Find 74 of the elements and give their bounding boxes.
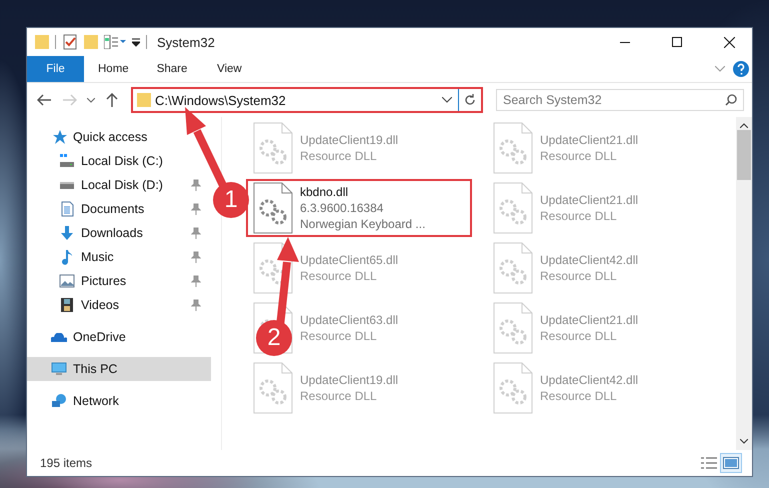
settings-file-icon: [252, 122, 294, 174]
checklist-icon[interactable]: [62, 34, 78, 50]
star-icon: [51, 129, 67, 145]
ribbon-tab[interactable]: View: [201, 56, 258, 82]
address-field[interactable]: C:\Windows\System32: [131, 87, 483, 113]
file-detail: Resource DLL: [300, 148, 378, 164]
scroll-up-icon[interactable]: [740, 123, 748, 128]
picture-icon: [59, 273, 75, 289]
pin-icon[interactable]: [191, 179, 201, 191]
navigation-item[interactable]: Downloads: [27, 221, 211, 245]
navigation-item[interactable]: Videos: [27, 293, 211, 317]
item-count: 195 items: [40, 456, 92, 470]
cloud-icon: [51, 332, 67, 342]
navigation-item[interactable]: This PC: [27, 357, 211, 381]
file-detail: Resource DLL: [540, 268, 618, 284]
navigation-item[interactable]: Quick access: [27, 125, 211, 149]
pin-icon[interactable]: [191, 227, 201, 239]
scrollbar[interactable]: [736, 117, 752, 450]
dropdown-icon[interactable]: [132, 37, 140, 47]
pin-icon[interactable]: [191, 203, 201, 215]
navigation-item[interactable]: Music: [27, 245, 211, 269]
download-icon: [59, 225, 75, 241]
scroll-down-icon[interactable]: [740, 439, 748, 444]
navigation-item[interactable]: Network: [27, 389, 211, 413]
settings-file-icon: [492, 242, 534, 294]
file-detail: Resource DLL: [300, 328, 378, 344]
settings-file-icon: [492, 302, 534, 354]
back-arrow-icon[interactable]: [37, 94, 51, 106]
file-detail: Resource DLL: [300, 268, 378, 284]
file-detail: Resource DLL: [540, 208, 618, 224]
drive-icon: [59, 153, 75, 169]
settings-file-icon: [252, 182, 294, 234]
film-icon: [59, 297, 75, 313]
pin-icon[interactable]: [191, 275, 201, 287]
maximize-icon[interactable]: [672, 37, 682, 47]
drive-icon: [59, 182, 75, 188]
file-detail: Resource DLL: [300, 388, 378, 404]
network-icon: [51, 393, 67, 409]
properties-icon[interactable]: [104, 35, 126, 49]
pin-icon[interactable]: [191, 299, 201, 311]
document-icon: [59, 201, 75, 217]
navigation-item[interactable]: Documents: [27, 197, 211, 221]
music-note-icon: [59, 249, 75, 265]
chevron-down-icon[interactable]: [442, 97, 452, 103]
navigation-item[interactable]: Local Disk (D:): [27, 173, 211, 197]
file-name[interactable]: kbdno.dll: [300, 184, 426, 200]
pin-icon[interactable]: [191, 251, 201, 263]
refresh-icon[interactable]: [464, 94, 476, 106]
settings-file-icon: [492, 362, 534, 414]
file-detail: Resource DLL: [540, 148, 618, 164]
close-icon[interactable]: [724, 36, 734, 48]
folder-icon: [137, 92, 151, 108]
ribbon-tab[interactable]: Share: [142, 56, 202, 82]
ribbon-tab[interactable]: Home: [84, 56, 143, 82]
scrollbar-thumb[interactable]: [737, 130, 751, 180]
navigation-item[interactable]: Pictures: [27, 269, 211, 293]
chevron-down-icon[interactable]: [87, 98, 95, 102]
window-title: System32: [157, 34, 215, 50]
large-icons-view-button[interactable]: [720, 453, 742, 473]
navigation-item[interactable]: OneDrive: [27, 325, 211, 349]
file-detail: Resource DLL: [540, 328, 618, 344]
search-icon[interactable]: [725, 94, 737, 106]
file-detail: Norwegian Keyboard ...: [300, 216, 426, 232]
settings-file-icon: [492, 182, 534, 234]
settings-file-icon: [492, 122, 534, 174]
navigation-item[interactable]: Local Disk (C:): [27, 149, 211, 173]
up-arrow-icon[interactable]: [106, 93, 118, 107]
monitor-icon: [51, 361, 67, 377]
file-detail: Resource DLL: [540, 388, 618, 404]
settings-file-icon: [252, 362, 294, 414]
file-detail: 6.3.9600.16384: [300, 200, 384, 216]
file-menu-tab[interactable]: File: [27, 56, 84, 82]
help-icon[interactable]: [733, 61, 749, 77]
search-field[interactable]: Search System32: [496, 89, 744, 111]
